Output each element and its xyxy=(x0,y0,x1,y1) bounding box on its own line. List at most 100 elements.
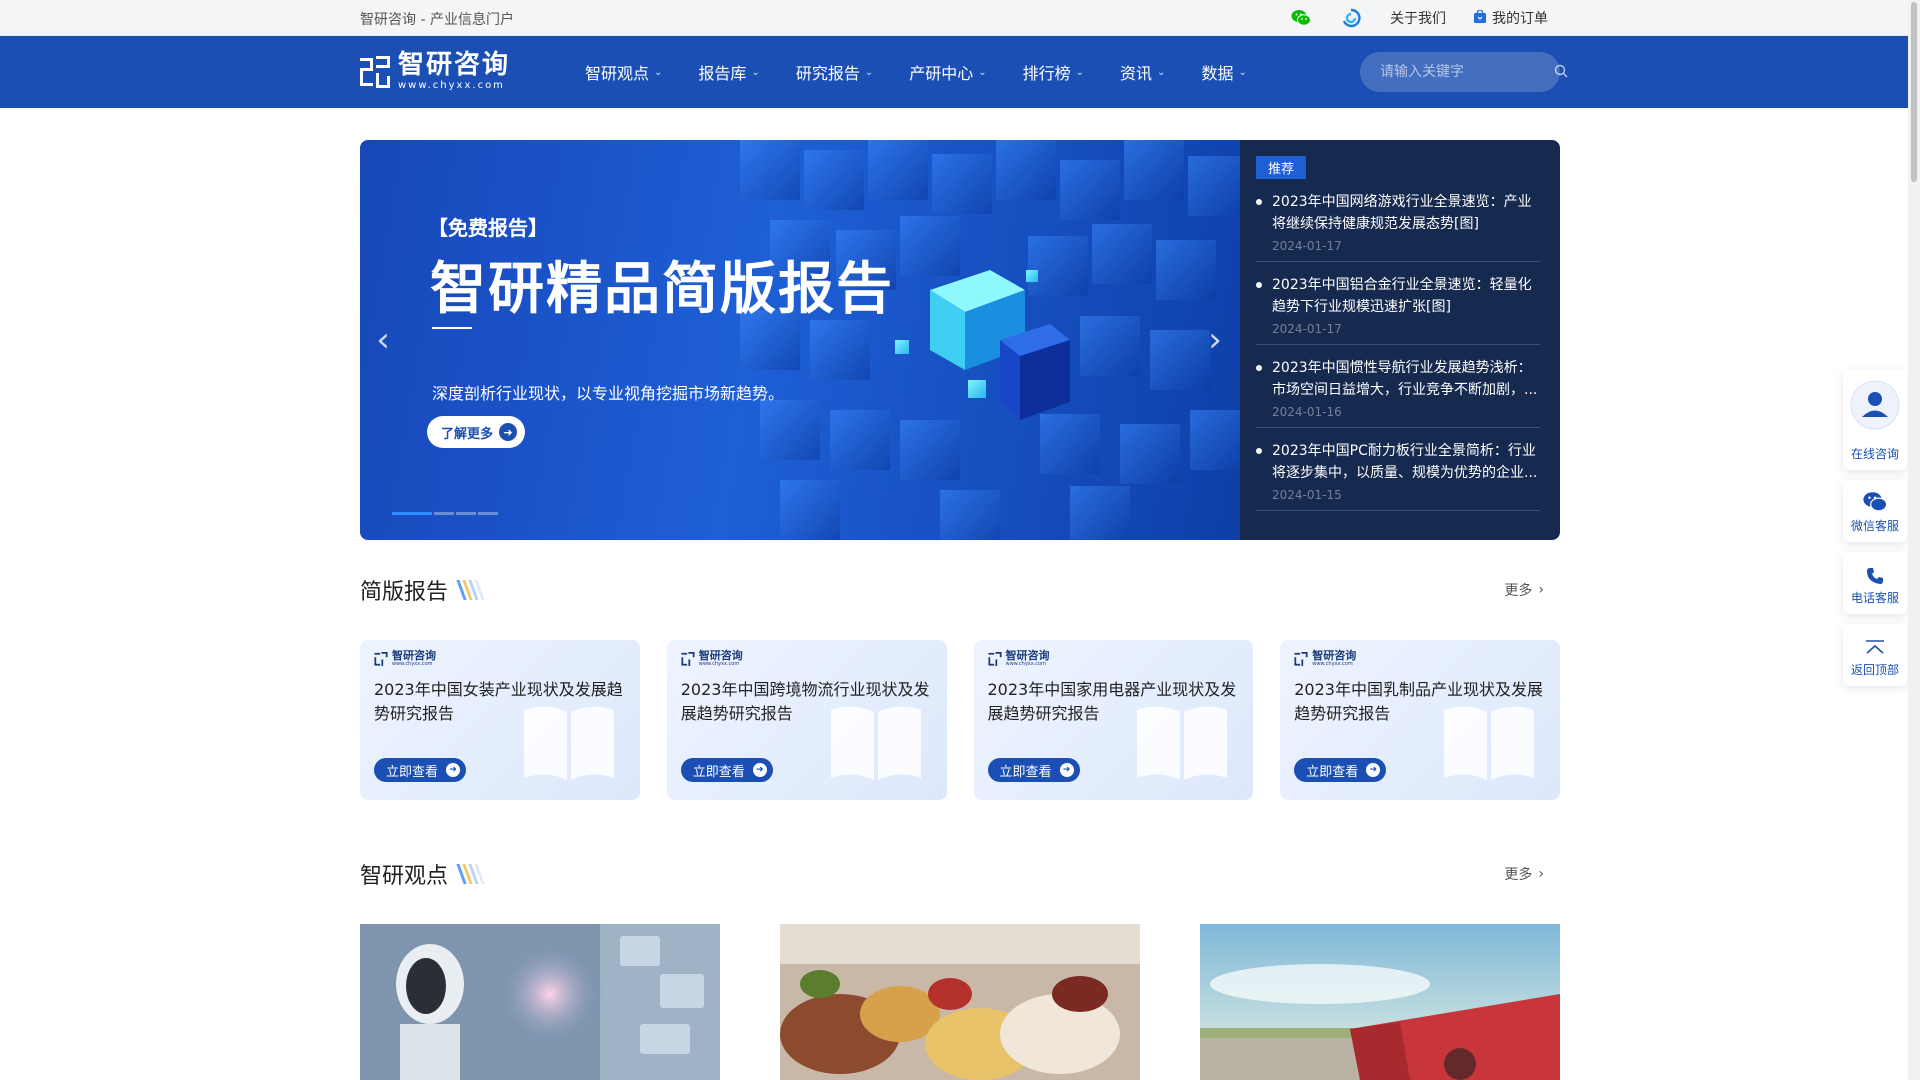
open-book-icon xyxy=(830,706,921,780)
arrow-right-icon: ➜ xyxy=(752,763,767,777)
wechat-service-button[interactable]: 微信客服 xyxy=(1843,480,1907,542)
hero-title: 智研精品简版报告 xyxy=(430,257,894,322)
nav-menu: 智研观点 ⌄ 报告库 ⌄ 研究报告 ⌄ 产研中心 ⌄ 排行榜 ⌄ 资讯 ⌄ 数据 ⌄ xyxy=(585,36,1283,108)
report-card[interactable]: 智研咨询 www.chyxx.com 2023年中国家用电器产业现状及发展趋势研究… xyxy=(973,640,1254,800)
card-logo-url: www.chyxx.com xyxy=(1005,661,1046,667)
view-now-label: 立即查看 xyxy=(999,764,1052,780)
nav-item-report-library[interactable]: 报告库 ⌄ xyxy=(698,60,759,84)
view-now-button[interactable]: 立即查看 ➜ xyxy=(987,758,1080,782)
card-logo-name: 智研咨询 xyxy=(1005,649,1050,662)
view-now-label: 立即查看 xyxy=(386,764,439,780)
carousel-dot[interactable] xyxy=(392,512,432,515)
recommend-item-title: 2023年中国铝合金行业全景速览：轻量化趋势下行业规模迅速扩张[图] xyxy=(1272,277,1532,315)
chevron-down-icon: ⌄ xyxy=(1238,66,1247,78)
nav-item-industry-center[interactable]: 产研中心 ⌄ xyxy=(909,60,986,84)
food-buffet-image xyxy=(780,924,1140,1080)
search-icon[interactable] xyxy=(1554,63,1568,82)
learn-more-button[interactable]: 了解更多 ➜ xyxy=(427,416,526,448)
logo-url: www.chyxx.com xyxy=(398,80,505,91)
weibo-style-icon[interactable] xyxy=(1340,7,1362,29)
card-logo-name: 智研咨询 xyxy=(1312,649,1357,662)
recommend-item-title: 2023年中国网络游戏行业全景速览：产业将继续保持健康规范发展态势[图] xyxy=(1272,194,1532,232)
more-link[interactable]: 更多 › xyxy=(1504,580,1544,600)
report-card[interactable]: 智研咨询 www.chyxx.com 2023年中国乳制品产业现状及发展趋势研究报… xyxy=(1280,640,1560,800)
hero-description: 深度剖析行业现状，以专业视角挖掘市场新趋势。 xyxy=(432,384,785,403)
wechat-icon[interactable] xyxy=(1290,7,1312,29)
carousel-dot[interactable] xyxy=(478,512,498,515)
recommend-item-date: 2024-01-15 xyxy=(1272,488,1342,502)
search-box xyxy=(1360,52,1568,92)
view-now-label: 立即查看 xyxy=(692,764,745,780)
recommend-item-date: 2024-01-16 xyxy=(1272,405,1342,419)
carousel-dot[interactable] xyxy=(434,512,454,515)
view-now-button[interactable]: 立即查看 ➜ xyxy=(680,758,773,782)
view-thumbnail-container-truck[interactable] xyxy=(1200,924,1560,1080)
scrollbar-thumb[interactable] xyxy=(1911,2,1917,182)
view-now-label: 立即查看 xyxy=(1306,764,1359,780)
online-consult-button[interactable]: 在线咨询 xyxy=(1843,370,1907,470)
floating-service-bar: 在线咨询 微信客服 电话客服 返回顶部 xyxy=(1843,370,1907,686)
card-logo: 智研咨询 www.chyxx.com xyxy=(1294,650,1356,667)
recommend-panel: 推荐 2023年中国网络游戏行业全景速览：产业将继续保持健康规范发展态势[图] … xyxy=(1240,140,1560,540)
logo-name: 智研咨询 xyxy=(398,50,511,80)
view-now-button[interactable]: 立即查看 ➜ xyxy=(1294,758,1387,782)
hero-divider xyxy=(432,327,472,329)
title-accent-decoration xyxy=(456,580,485,600)
main-navbar: 智研咨询 www.chyxx.com 智研观点 ⌄ 报告库 ⌄ 研究报告 ⌄ 产研中心… xyxy=(0,36,1920,108)
hero-slide[interactable]: 【免费报告】 智研精品简版报告 深度剖析行业现状，以专业视角挖掘市场新趋势。 了… xyxy=(360,140,1240,540)
recommend-item[interactable]: 2023年中国PC耐力板行业全景简析：行业将逐步集中，以质量、规模为优势的企业.… xyxy=(1256,428,1540,511)
recommend-item[interactable]: 2023年中国铝合金行业全景速览：轻量化趋势下行业规模迅速扩张[图] 2024-… xyxy=(1256,262,1540,345)
chevron-down-icon: ⌄ xyxy=(1075,66,1085,78)
nav-item-label: 资讯 xyxy=(1120,64,1153,83)
nav-item-research-reports[interactable]: 研究报告 ⌄ xyxy=(796,60,873,84)
float-item-label: 微信客服 xyxy=(1850,519,1899,533)
recommend-item[interactable]: 2023年中国网络游戏行业全景速览：产业将继续保持健康规范发展态势[图] 202… xyxy=(1256,179,1540,262)
card-logo-name: 智研咨询 xyxy=(698,649,743,662)
recommend-item-date: 2024-01-17 xyxy=(1272,322,1342,336)
more-link[interactable]: 更多 › xyxy=(1504,864,1544,884)
card-logo-url: www.chyxx.com xyxy=(392,661,433,667)
nav-item-label: 产研中心 xyxy=(909,64,974,83)
report-card[interactable]: 智研咨询 www.chyxx.com 2023年中国女装产业现状及发展趋势研究报告… xyxy=(360,640,640,800)
chevron-right-icon: › xyxy=(1538,582,1544,598)
view-thumbnail-food[interactable] xyxy=(780,924,1140,1080)
report-card[interactable]: 智研咨询 www.chyxx.com 2023年中国跨境物流行业现状及发展趋势研究… xyxy=(666,640,947,800)
nav-item-data[interactable]: 数据 ⌄ xyxy=(1201,60,1246,84)
title-accent-decoration xyxy=(456,864,485,884)
card-logo: 智研咨询 www.chyxx.com xyxy=(681,650,743,667)
open-book-icon xyxy=(1137,706,1228,780)
open-book-icon xyxy=(523,706,614,780)
nav-item-rankings[interactable]: 排行榜 ⌄ xyxy=(1023,60,1084,84)
robot-ai-image xyxy=(360,924,720,1080)
carousel-next-button[interactable]: › xyxy=(1200,320,1230,360)
nav-item-label: 智研观点 xyxy=(585,64,650,83)
search-input[interactable] xyxy=(1380,64,1554,80)
site-logo[interactable]: 智研咨询 www.chyxx.com xyxy=(360,52,510,91)
float-item-label: 在线咨询 xyxy=(1850,447,1899,461)
card-logo: 智研咨询 www.chyxx.com xyxy=(374,650,436,667)
about-us-link[interactable]: 关于我们 xyxy=(1390,8,1446,28)
nav-item-label: 研究报告 xyxy=(795,64,860,83)
float-item-label: 返回顶部 xyxy=(1850,663,1899,677)
container-truck-image xyxy=(1200,924,1560,1080)
top-utility-bar: 智研咨询 - 产业信息门户 关于我们 我的订单 xyxy=(0,0,1920,36)
carousel-dot[interactable] xyxy=(456,512,476,515)
chevron-down-icon: ⌄ xyxy=(978,66,987,78)
back-to-top-button[interactable]: 返回顶部 xyxy=(1843,624,1907,686)
phone-service-button[interactable]: 电话客服 xyxy=(1843,552,1907,614)
nav-item-views[interactable]: 智研观点 ⌄ xyxy=(585,60,662,84)
carousel-prev-button[interactable]: ‹ xyxy=(368,320,398,360)
view-thumbnail-robot[interactable] xyxy=(360,924,720,1080)
recommend-item[interactable]: 2023年中国惯性导航行业发展趋势浅析：市场空间日益增大，行业竞争不断加剧，..… xyxy=(1256,345,1540,428)
site-tagline: 智研咨询 - 产业信息门户 xyxy=(360,12,514,28)
page-scrollbar[interactable] xyxy=(1908,0,1920,1080)
view-now-button[interactable]: 立即查看 ➜ xyxy=(374,758,467,782)
my-orders-link[interactable]: 我的订单 xyxy=(1474,8,1548,28)
nav-item-news[interactable]: 资讯 ⌄ xyxy=(1120,60,1165,84)
arrow-right-icon: ➜ xyxy=(446,763,461,777)
hero-tag: 【免费报告】 xyxy=(428,216,548,240)
hero-cubes-illustration xyxy=(740,140,1240,540)
learn-more-label: 了解更多 xyxy=(441,426,494,442)
shopping-bag-icon xyxy=(1474,8,1486,27)
chevron-down-icon: ⌄ xyxy=(654,66,663,78)
